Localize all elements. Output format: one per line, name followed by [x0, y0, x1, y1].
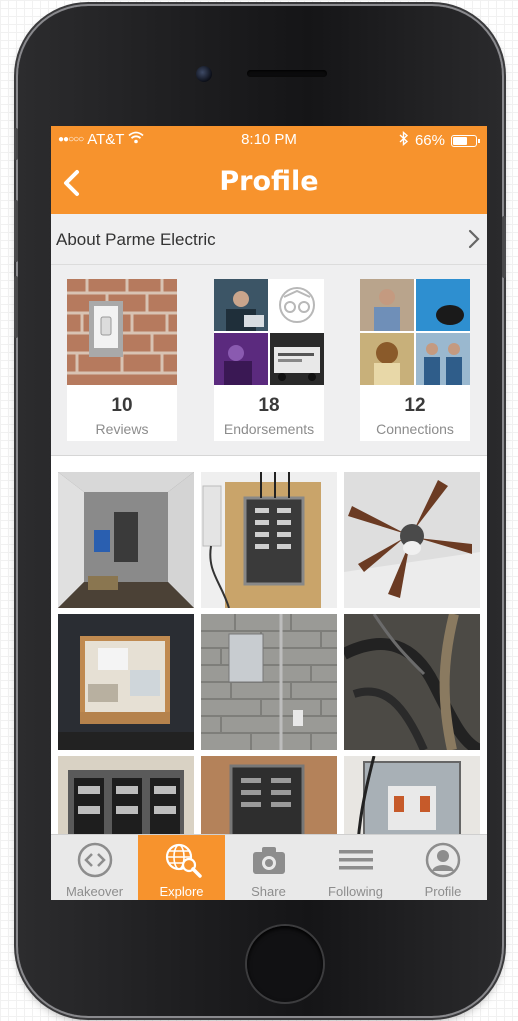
camera-icon	[250, 841, 288, 879]
connections-card[interactable]: 12 Connections	[360, 279, 470, 441]
tab-makeover[interactable]: Makeover	[51, 835, 138, 900]
connections-thumbnail	[360, 279, 470, 385]
about-row-label: About Parme Electric	[56, 230, 216, 249]
power-button	[502, 216, 506, 278]
home-button[interactable]	[247, 926, 323, 1002]
reviews-label: Reviews	[95, 421, 149, 437]
earpiece-speaker	[247, 70, 327, 77]
photo-tile[interactable]	[58, 472, 194, 608]
volume-down-button	[14, 276, 18, 338]
tab-label: Explore	[159, 884, 204, 899]
photo-tile[interactable]	[201, 614, 337, 750]
reviews-thumbnail	[67, 279, 177, 385]
tab-label: Share	[251, 884, 286, 899]
endorsements-card[interactable]: 18 Endorsements	[214, 279, 324, 441]
endorsements-thumbnail	[214, 279, 324, 385]
photo-tile[interactable]	[201, 472, 337, 608]
photo-tile[interactable]	[344, 472, 480, 608]
reviews-count: 10	[111, 395, 133, 416]
globe-search-icon	[163, 841, 202, 879]
battery-percentage: 66%	[414, 132, 445, 149]
endorsements-label: Endorsements	[223, 421, 315, 437]
mute-switch	[14, 128, 18, 160]
makeover-icon	[76, 841, 114, 879]
chevron-right-icon	[467, 229, 481, 254]
endorsements-count: 18	[258, 395, 280, 416]
status-bar: ●●○○○ AT&T 8:10 PM 66%	[51, 126, 487, 154]
tab-bar: Makeover Explore Share Following Profile	[51, 834, 487, 900]
profile-icon	[424, 841, 462, 879]
app-screen: ●●○○○ AT&T 8:10 PM 66% Profile About Par…	[51, 126, 487, 900]
tab-explore[interactable]: Explore	[138, 835, 225, 900]
about-row[interactable]: About Parme Electric	[51, 214, 487, 265]
nav-bar: Profile	[51, 154, 487, 214]
photo-tile[interactable]	[58, 614, 194, 750]
page-title: Profile	[219, 166, 319, 197]
tab-share[interactable]: Share	[225, 835, 312, 900]
photo-grid	[51, 456, 487, 892]
tab-label: Makeover	[65, 884, 124, 899]
photo-tile[interactable]	[344, 614, 480, 750]
volume-up-button	[14, 200, 18, 262]
connections-label: Connections	[376, 421, 454, 437]
list-icon	[337, 841, 375, 879]
tab-following[interactable]: Following	[312, 835, 399, 900]
reviews-card[interactable]: 10 Reviews	[67, 279, 177, 441]
connections-count: 12	[404, 395, 426, 416]
tab-profile[interactable]: Profile	[399, 835, 487, 900]
battery-icon	[451, 134, 480, 147]
tab-label: Following	[328, 884, 383, 899]
tab-label: Profile	[424, 884, 462, 899]
front-camera	[196, 66, 212, 82]
stats-section: 10 Reviews 18 Endorsements 12 Connection…	[51, 265, 487, 456]
bluetooth-icon	[399, 130, 409, 150]
